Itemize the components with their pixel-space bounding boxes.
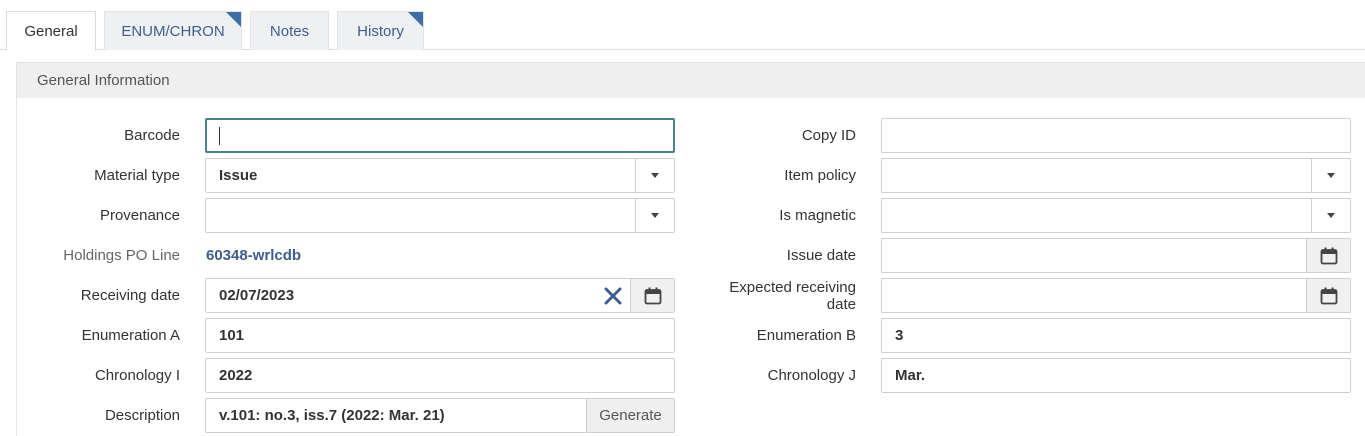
chronology-j-label: Chronology J	[767, 367, 856, 384]
item-policy-select[interactable]	[881, 158, 1351, 193]
enumeration-b-input[interactable]: 3	[881, 318, 1351, 353]
enumeration-b-value: 3	[895, 327, 904, 344]
enumeration-a-input[interactable]: 101	[205, 318, 675, 353]
tab-indicator-icon	[226, 12, 241, 27]
chronology-i-label: Chronology I	[94, 367, 180, 384]
is-magnetic-dropdown-button[interactable]	[1311, 199, 1350, 232]
enumeration-b-label: Enumeration B	[756, 327, 856, 344]
enumeration-a-label: Enumeration A	[81, 327, 180, 344]
copy-id-label: Copy ID	[801, 127, 856, 144]
item-policy-label: Item policy	[784, 167, 856, 184]
holdings-po-line-label: Holdings PO Line	[63, 247, 180, 264]
barcode-input[interactable]	[205, 118, 675, 153]
calendar-icon	[644, 287, 661, 304]
material-type-label: Material type	[94, 167, 180, 184]
receiving-date-label: Receiving date	[80, 287, 180, 304]
calendar-icon	[1320, 247, 1337, 264]
copy-id-input[interactable]	[881, 118, 1351, 153]
generate-button[interactable]: Generate	[586, 398, 675, 433]
is-magnetic-label: Is magnetic	[779, 207, 856, 224]
tab-label: ENUM/CHRON	[121, 22, 225, 40]
tab-bar: General ENUM/CHRON Notes History	[0, 0, 1365, 51]
holdings-po-line-link[interactable]: 60348-wrlcdb	[206, 247, 301, 264]
is-magnetic-select[interactable]	[881, 198, 1351, 233]
tab-label: Notes	[269, 22, 310, 40]
chronology-i-input[interactable]: 2022	[205, 358, 675, 393]
issue-date-input[interactable]	[881, 238, 1351, 273]
tab-indicator-icon	[408, 12, 423, 27]
chronology-j-value: Mar.	[895, 367, 926, 384]
calendar-icon	[1320, 287, 1337, 304]
description-label: Description	[104, 407, 180, 424]
material-type-select[interactable]: Issue	[205, 158, 675, 193]
expected-receiving-date-input[interactable]	[881, 278, 1351, 313]
item-policy-dropdown-button[interactable]	[1311, 159, 1350, 192]
chronology-j-input[interactable]: Mar.	[881, 358, 1351, 393]
chronology-i-value: 2022	[219, 367, 253, 384]
receiving-date-calendar-button[interactable]	[630, 279, 674, 312]
provenance-label: Provenance	[99, 207, 180, 224]
expected-receiving-date-label-line1: Expected receiving	[729, 279, 856, 296]
expected-receiving-date-label-line2: date	[826, 296, 856, 313]
expected-receiving-date-calendar-button[interactable]	[1306, 279, 1350, 312]
tab-notes[interactable]: Notes	[250, 11, 329, 50]
receiving-date-value: 02/07/2023	[219, 287, 295, 304]
provenance-select[interactable]	[205, 198, 675, 233]
description-input[interactable]: v.101: no.3, iss.7 (2022: Mar. 21)	[205, 398, 587, 433]
tab-general[interactable]: General	[6, 11, 96, 51]
issue-date-calendar-button[interactable]	[1306, 239, 1350, 272]
chevron-down-icon	[651, 173, 659, 178]
receiving-date-input[interactable]: 02/07/2023	[205, 278, 675, 313]
barcode-label: Barcode	[124, 127, 180, 144]
material-type-dropdown-button[interactable]	[635, 159, 674, 192]
chevron-down-icon	[1327, 213, 1335, 218]
description-value: v.101: no.3, iss.7 (2022: Mar. 21)	[219, 407, 445, 424]
tab-label: General	[24, 22, 78, 40]
tab-label: History	[357, 22, 404, 40]
issue-date-label: Issue date	[786, 247, 856, 264]
tab-enum-chron[interactable]: ENUM/CHRON	[104, 11, 242, 50]
tab-history[interactable]: History	[337, 11, 424, 50]
text-cursor	[219, 126, 220, 145]
chevron-down-icon	[1327, 173, 1335, 178]
provenance-dropdown-button[interactable]	[635, 199, 674, 232]
section-header: General Information	[17, 62, 1365, 98]
clear-icon[interactable]	[598, 287, 628, 305]
enumeration-a-value: 101	[219, 327, 245, 344]
chevron-down-icon	[651, 213, 659, 218]
expected-receiving-date-label: Expected receiving date	[729, 279, 856, 313]
section-title: General Information	[37, 72, 170, 89]
material-type-value: Issue	[219, 167, 258, 184]
